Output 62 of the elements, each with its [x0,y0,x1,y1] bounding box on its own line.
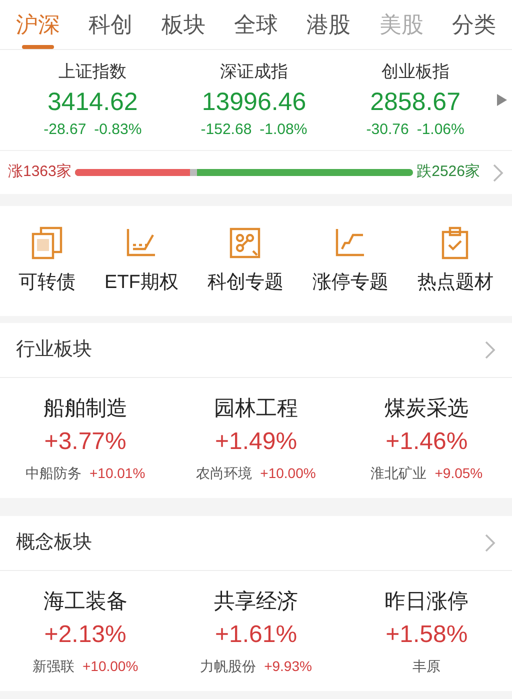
stock-percent: +10.00% [82,656,138,676]
index-percent: -0.83% [94,120,142,140]
sector-card[interactable]: 昨日涨停 +1.58% 丰原 [341,586,512,691]
sector-percent: +1.49% [214,426,298,456]
tab[interactable]: 分类 [448,0,500,53]
sector-percent: +1.46% [386,426,468,456]
leading-stock: 淮北矿业 [370,464,427,482]
sector-name: 共享经济 [214,589,298,615]
documents-icon [29,224,65,261]
shortcut-button[interactable]: ETF期权 [104,224,178,298]
stock-percent: +10.01% [90,464,146,482]
leading-stock: 农尚环境 [196,464,252,482]
sector-percent: +2.13% [44,620,126,650]
tab[interactable]: 港股 [302,0,355,53]
leading-stock: 力帆股份 [200,656,256,676]
sector-card[interactable]: 海工装备 +2.13% 新强联 +10.00% [0,586,171,691]
leading-stock: 中船防务 [26,464,82,482]
index-percent: -1.06% [416,120,464,140]
index-value: 2858.67 [370,86,460,118]
stock-percent: +9.05% [434,464,483,482]
chevron-right-icon[interactable] [492,162,504,182]
sector-card[interactable]: 船舶制造 +3.77% 中船防务 +10.01% [0,393,171,498]
tab[interactable]: 板块 [157,0,210,53]
falling-count: 跌2526家 [416,162,480,182]
sector-card[interactable]: 煤炭采选 +1.46% 淮北矿业 +9.05% [341,393,512,498]
leading-stock: 丰原 [412,656,441,676]
shortcut-button[interactable]: 科创专题 [207,224,284,298]
flat-fill [190,169,197,176]
rising-count: 涨1363家 [8,162,72,182]
chevron-right-icon[interactable] [484,340,496,360]
sector-percent: +1.58% [386,620,468,650]
section-title: 行业板块 [16,338,92,362]
leading-stock: 新强联 [32,656,74,676]
index-change: -152.68 [200,120,252,140]
index-name: 深证成指 [220,61,288,83]
tab-indicator [22,45,54,49]
sector-name: 昨日涨停 [384,589,469,615]
play-icon[interactable] [496,93,508,107]
index-change: -28.67 [44,120,86,140]
tab[interactable]: 全球 [230,0,282,53]
index-change: -30.76 [366,120,409,140]
index-name: 创业板指 [381,61,450,83]
sector-name: 海工装备 [43,589,128,615]
shortcut-button[interactable]: 涨停专题 [312,224,388,298]
index-value: 13996.46 [202,86,306,118]
sector-percent: +3.77% [44,426,126,456]
sector-name: 船舶制造 [43,396,128,422]
tab[interactable]: 科创 [84,0,137,53]
stock-percent: +10.00% [260,464,316,482]
sector-card[interactable]: 园林工程 +1.49% 农尚环境 +10.00% [170,393,342,498]
index-value: 3414.62 [47,86,138,118]
chevron-right-icon[interactable] [484,533,496,553]
shortcut-button[interactable]: 可转债 [18,224,76,298]
index-percent: -1.08% [260,120,308,140]
sector-percent: +1.61% [214,620,298,650]
index-name: 上证指数 [58,61,127,83]
shortcut-button[interactable]: 热点题材 [417,224,494,298]
sector-name: 煤炭采选 [384,396,469,422]
sector-card[interactable]: 共享经济 +1.61% 力帆股份 +9.93% [170,586,342,691]
section-title: 概念板块 [16,530,92,555]
sector-name: 园林工程 [214,396,298,422]
stock-percent: +9.93% [264,656,312,676]
